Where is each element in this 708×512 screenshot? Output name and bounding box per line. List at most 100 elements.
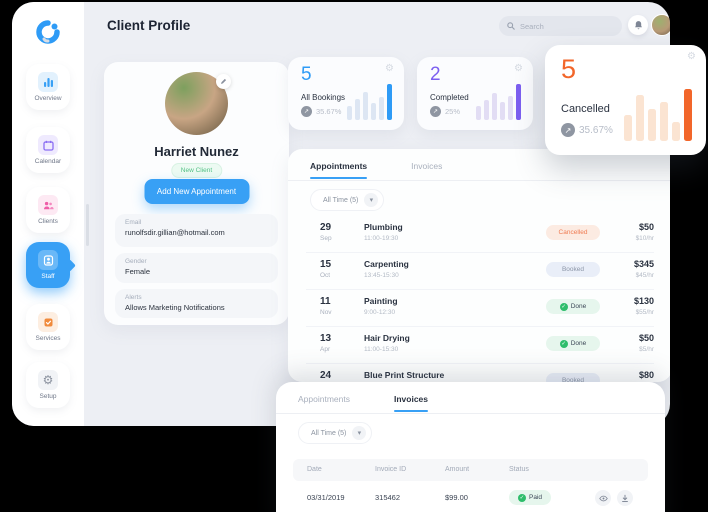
field-value: Allows Marketing Notifications (125, 303, 225, 312)
alerts-field[interactable]: Alerts Allows Marketing Notifications (115, 289, 278, 318)
sidebar-item-services[interactable]: Services (26, 304, 70, 350)
gear-icon[interactable]: ⚙ (514, 64, 523, 74)
appointment-price: $50 (638, 222, 654, 232)
check-icon: ✓ (517, 493, 526, 502)
bar-chart-icon (38, 72, 58, 92)
appointment-rate: $45/hr (635, 272, 654, 279)
stat-percent: 25% (445, 107, 461, 116)
time-filter-dropdown[interactable]: All Time (5) ▾ (298, 422, 373, 444)
check-icon: ✓ (559, 339, 568, 348)
appointment-row[interactable]: 29 Sep Plumbing 11:00-19:30 Cancelled $5… (306, 219, 654, 249)
invoice-amount: $99.00 (445, 493, 468, 502)
invoices-panel: Appointments Invoices All Time (5) ▾ Dat… (276, 382, 665, 512)
appointment-day: 13 (320, 333, 332, 344)
time-filter-dropdown[interactable]: All Time (5) ▾ (310, 189, 385, 211)
sidebar-item-calendar[interactable]: Calendar (26, 127, 70, 173)
appointment-day: 15 (320, 259, 332, 270)
field-label: Alerts (125, 294, 142, 301)
stat-value: 5 (561, 54, 577, 84)
appointment-title: Carpenting (364, 259, 409, 269)
view-invoice-button[interactable] (595, 490, 611, 506)
appointment-time: 11:00-19:30 (364, 235, 399, 242)
edit-avatar-button[interactable] (216, 74, 231, 89)
appointment-row[interactable]: 15 Oct Carpenting 13:45-15:30 Booked $34… (306, 256, 654, 286)
tab-appointments[interactable]: Appointments (298, 394, 350, 412)
sidebar-item-clients[interactable]: Clients (26, 187, 70, 233)
appointment-rate: $5/hr (639, 346, 654, 353)
appointment-title: Blue Print Structure (364, 370, 445, 380)
appointments-panel: Appointments Invoices All Time (5) ▾ 29 … (288, 149, 670, 390)
staff-badge-icon (38, 250, 58, 270)
sidebar-item-label: Staff (41, 273, 55, 280)
search-input[interactable] (520, 21, 610, 31)
gender-field[interactable]: Gender Female (115, 253, 278, 283)
appointment-row[interactable]: 11 Nov Painting 9:00-12:30 ✓ Done $130 $5… (306, 293, 654, 323)
trend-up-icon: ↗ (430, 106, 441, 117)
status-badge: ✓ Paid (509, 490, 551, 505)
sidebar-item-label: Services (35, 335, 61, 342)
notifications-button[interactable] (628, 15, 648, 35)
mini-bar-chart (476, 84, 521, 120)
appointment-time: 11:00-15:30 (364, 346, 399, 353)
divider (306, 289, 654, 290)
appointment-day: 29 (320, 222, 332, 233)
appointment-day: 24 (320, 370, 332, 381)
tab-invoices[interactable]: Invoices (411, 161, 442, 179)
sidebar-item-staff[interactable]: Staff (26, 242, 70, 288)
stat-percent: 35.67% (316, 107, 342, 116)
column-header-amount: Amount (445, 466, 470, 473)
sidebar-item-setup[interactable]: ⚙ Setup (26, 362, 70, 408)
people-icon (38, 195, 58, 215)
invoice-row[interactable]: 03/31/2019 315462 $99.00 ✓ Paid (293, 485, 648, 511)
client-card: Harriet Nunez New Client Add New Appoint… (104, 62, 289, 325)
stat-label: Completed (430, 93, 469, 102)
field-value: Female (125, 267, 151, 276)
divider (306, 363, 654, 364)
appointment-time: 13:45-15:30 (364, 272, 399, 279)
tab-bar: Appointments Invoices (310, 161, 442, 179)
appointment-price: $130 (633, 296, 654, 306)
calendar-icon (38, 135, 58, 155)
stat-card-completed: 2 ⚙ Completed ↗ 25% (417, 57, 533, 130)
appointment-month: Sep (320, 235, 332, 242)
status-badge: ✓ Done (546, 336, 600, 351)
add-new-appointment-button[interactable]: Add New Appointment (144, 179, 249, 204)
bell-icon (634, 20, 643, 30)
status-badge: Cancelled (546, 225, 600, 240)
sidebar-item-label: Clients (38, 218, 58, 225)
sidebar-item-label: Setup (39, 393, 57, 400)
mini-bar-chart (624, 83, 692, 141)
chevron-down-icon: ▾ (352, 426, 367, 440)
pencil-icon (220, 78, 227, 85)
search-icon (507, 22, 515, 30)
user-avatar[interactable] (651, 14, 670, 36)
sidebar-scrollbar[interactable] (86, 204, 89, 246)
tab-invoices[interactable]: Invoices (393, 394, 429, 412)
trend-up-icon: ↗ (561, 123, 575, 137)
sidebar-item-label: Overview (34, 95, 62, 102)
stat-label: All Bookings (301, 93, 346, 102)
appointment-month: Oct (320, 272, 331, 279)
app-logo-icon[interactable] (34, 18, 62, 46)
column-header-date: Date (307, 466, 322, 473)
search-bar[interactable] (499, 16, 622, 36)
stat-card-all-bookings: 5 ⚙ All Bookings ↗ 35.67% (288, 57, 404, 130)
appointment-row[interactable]: 13 Apr Hair Drying 11:00-15:30 ✓ Done $50… (306, 330, 654, 360)
gear-icon: ⚙ (38, 370, 58, 390)
sidebar-item-label: Calendar (34, 158, 62, 165)
divider (288, 180, 670, 181)
gear-icon[interactable]: ⚙ (687, 52, 696, 62)
filter-label: All Time (5) (323, 196, 359, 204)
invoice-date: 03/31/2019 (307, 493, 345, 502)
stat-value: 5 (301, 64, 312, 85)
sidebar: Overview Calendar Clients Staff Services (12, 2, 84, 426)
tab-bar: Appointments Invoices (298, 394, 429, 412)
tab-appointments[interactable]: Appointments (310, 161, 368, 179)
field-value: runolfsdir.gillian@hotmail.com (125, 228, 225, 237)
email-field[interactable]: Email runolfsdir.gillian@hotmail.com (115, 214, 278, 247)
gear-icon[interactable]: ⚙ (385, 64, 394, 74)
sidebar-item-overview[interactable]: Overview (26, 64, 70, 110)
divider (276, 413, 665, 414)
download-invoice-button[interactable] (617, 490, 633, 506)
field-label: Email (125, 219, 142, 226)
